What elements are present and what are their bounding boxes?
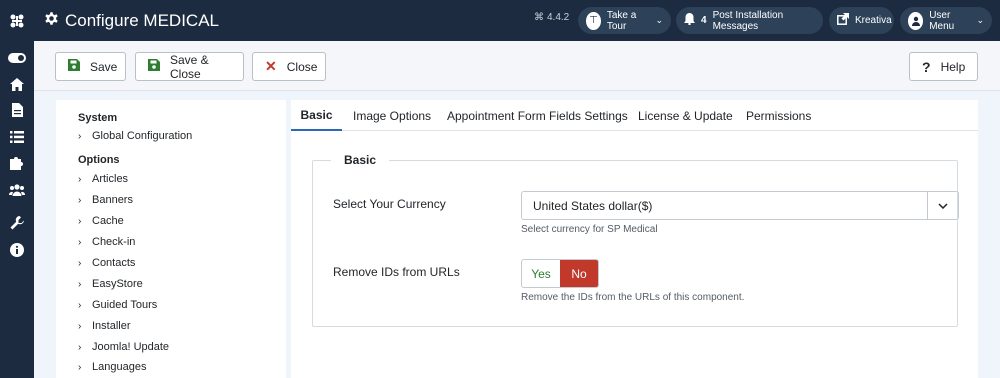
- options-heading: Options: [78, 154, 120, 166]
- save-close-button[interactable]: Save & Close: [135, 52, 244, 81]
- signpost-icon: ⊤: [586, 11, 601, 30]
- external-link-icon: [837, 13, 849, 28]
- sidebar-item-check-in[interactable]: › Check-in: [78, 236, 135, 248]
- currency-hint: Select currency for SP Medical: [521, 224, 658, 235]
- chevron-right-icon: ›: [78, 278, 82, 290]
- post-installation-messages-button[interactable]: 4 Post Installation Messages: [676, 7, 823, 34]
- chevron-down-icon: ⌄: [655, 15, 663, 25]
- chevron-down-icon: ⌄: [976, 15, 984, 25]
- sidebar-item-global-configuration[interactable]: › Global Configuration: [78, 130, 192, 142]
- messages-count-badge: 4: [701, 15, 707, 26]
- toolbar: Save Save & Close ✕ Close ? Help: [34, 41, 1000, 91]
- chevron-right-icon: ›: [78, 130, 82, 142]
- sidebar-item-banners[interactable]: › Banners: [78, 194, 133, 206]
- user-avatar-icon: [908, 11, 924, 30]
- system-wrench-icon[interactable]: [0, 210, 34, 236]
- content-file-icon[interactable]: [0, 97, 34, 123]
- save-icon: [148, 59, 160, 74]
- chevron-right-icon: ›: [78, 320, 82, 332]
- remove-ids-hint: Remove the IDs from the URLs of this com…: [521, 292, 745, 303]
- tab-bar: Basic Image Options Appointment Form Fie…: [291, 100, 978, 131]
- users-icon[interactable]: [0, 177, 34, 203]
- chevron-right-icon: ›: [78, 194, 82, 206]
- site-link-button[interactable]: Kreativa: [829, 7, 894, 34]
- chevron-right-icon: ›: [78, 257, 82, 269]
- system-heading: System: [78, 112, 118, 124]
- tab-image-options[interactable]: Image Options: [353, 100, 431, 131]
- page-title: Configure MEDICAL: [44, 0, 219, 41]
- sidebar-item-articles[interactable]: › Articles: [78, 173, 128, 185]
- save-icon: [68, 59, 80, 74]
- main-panel: Basic Image Options Appointment Form Fie…: [291, 100, 978, 378]
- tab-basic[interactable]: Basic: [291, 100, 342, 131]
- fieldset-legend: Basic: [331, 153, 390, 167]
- sidebar-item-joomla-update[interactable]: › Joomla! Update: [78, 341, 169, 353]
- bell-icon: [684, 13, 695, 28]
- remove-ids-label: Remove IDs from URLs: [333, 265, 460, 279]
- sidebar-item-cache[interactable]: › Cache: [78, 215, 124, 227]
- take-tour-button[interactable]: ⊤ Take a Tour ⌄: [578, 7, 671, 34]
- sidebar-item-guided-tours[interactable]: › Guided Tours: [78, 299, 157, 311]
- chevron-down-icon: [928, 192, 958, 219]
- header-bar: Configure MEDICAL ⌘ 4.4.2 ⊤ Take a Tour …: [34, 0, 1000, 41]
- chevron-right-icon: ›: [78, 361, 82, 373]
- sidebar-item-installer[interactable]: › Installer: [78, 320, 131, 332]
- chevron-right-icon: ›: [78, 215, 82, 227]
- basic-fieldset: Basic Select Your Currency United States…: [312, 153, 959, 327]
- tab-appointment-form-fields-settings[interactable]: Appointment Form Fields Settings: [447, 100, 628, 131]
- toggle-menu-icon[interactable]: [0, 45, 34, 71]
- close-button[interactable]: ✕ Close: [252, 52, 326, 81]
- currency-select[interactable]: United States dollar($): [521, 191, 959, 220]
- components-puzzle-icon[interactable]: [0, 150, 34, 176]
- chevron-right-icon: ›: [78, 236, 82, 248]
- joomla-small-icon: ⌘: [534, 12, 544, 23]
- remove-ids-toggle[interactable]: Yes No: [521, 259, 599, 288]
- sidebar-item-contacts[interactable]: › Contacts: [78, 257, 135, 269]
- chevron-right-icon: ›: [78, 299, 82, 311]
- home-icon[interactable]: [0, 71, 34, 97]
- currency-select-value: United States dollar($): [533, 198, 653, 213]
- chevron-right-icon: ›: [78, 341, 82, 353]
- page-title-text: Configure MEDICAL: [65, 10, 220, 30]
- question-icon: ?: [922, 58, 931, 75]
- toggle-no-option[interactable]: No: [560, 260, 598, 287]
- close-x-icon: ✕: [265, 58, 277, 74]
- sidebar-item-easystore[interactable]: › EasyStore: [78, 278, 143, 290]
- joomla-logo-icon[interactable]: [0, 0, 34, 41]
- save-button[interactable]: Save: [55, 52, 126, 81]
- chevron-right-icon: ›: [78, 173, 82, 185]
- menus-list-icon[interactable]: [0, 124, 34, 150]
- toggle-yes-option[interactable]: Yes: [522, 260, 560, 287]
- tab-license-update[interactable]: License & Update: [638, 100, 733, 131]
- info-icon[interactable]: [0, 237, 34, 263]
- tab-permissions[interactable]: Permissions: [746, 100, 811, 131]
- user-menu-button[interactable]: User Menu ⌄: [900, 7, 992, 34]
- options-sidebar: System › Global Configuration Options › A…: [56, 100, 286, 378]
- sidebar-rail: [0, 0, 34, 378]
- gear-icon: [44, 11, 59, 31]
- version-label: ⌘ 4.4.2: [534, 12, 570, 23]
- help-button[interactable]: ? Help: [909, 52, 978, 81]
- currency-label: Select Your Currency: [333, 197, 446, 211]
- sidebar-item-languages[interactable]: › Languages: [78, 361, 146, 373]
